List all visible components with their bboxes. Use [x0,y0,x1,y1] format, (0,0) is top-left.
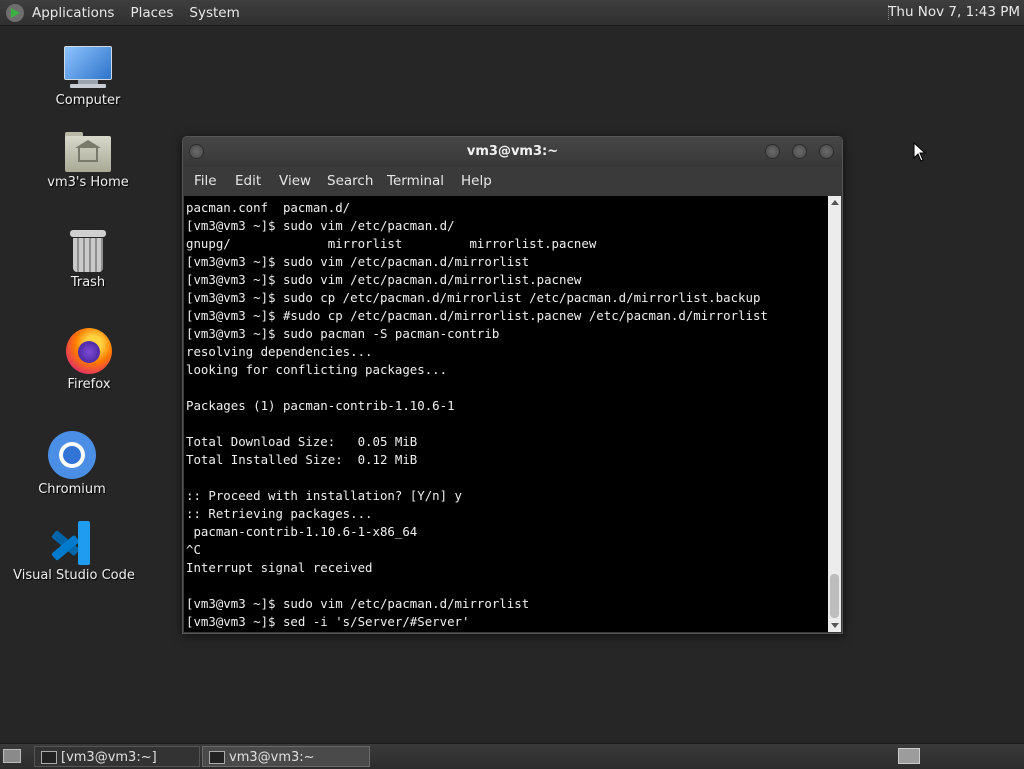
desktop-icon-label: Firefox [67,377,111,392]
terminal-line: [vm3@vm3 ~]$ sudo vim /etc/pacman.d/mirr… [186,254,530,269]
desktop-icon-label: Chromium [38,482,106,497]
terminal-line: Interrupt signal received [186,560,373,575]
menu-view[interactable]: View [279,173,311,189]
taskbar-item-label: vm3@vm3:~ [229,750,315,765]
show-desktop-button[interactable] [3,749,21,763]
desktop-icon-label: vm3's Home [47,175,129,190]
terminal-line: Total Installed Size: 0.12 MiB [186,452,418,467]
terminal-line: [vm3@vm3 ~]$ sudo vim /etc/pacman.d/ [186,218,455,233]
terminal-line: gnupg/ mirrorlist mirrorlist.pacnew [186,236,597,251]
terminal-line: [vm3@vm3 ~]$ sudo pacman -S pacman-contr… [186,326,500,341]
terminal-line: Packages (1) pacman-contrib-1.10.6-1 [186,398,455,413]
computer-icon [64,46,112,90]
taskbar-item-active[interactable]: vm3@vm3:~ [202,746,370,767]
bottom-panel: [vm3@vm3:~] vm3@vm3:~ [0,743,1024,769]
desktop-icon-label: Visual Studio Code [13,568,135,583]
terminal-line: Total Download Size: 0.05 MiB [186,434,418,449]
taskbar-item[interactable]: [vm3@vm3:~] [34,746,200,767]
terminal-line: resolving dependencies... [186,344,373,359]
terminal-line: [vm3@vm3 ~]$ sed -i 's/Server/#Server' [186,614,470,629]
workspace-switcher[interactable] [898,748,920,764]
home-folder-icon [65,132,111,172]
window-title: vm3@vm3:~ [466,144,559,159]
menu-edit[interactable]: Edit [235,173,261,189]
menu-terminal[interactable]: Terminal [387,173,444,189]
applications-menu[interactable]: Applications [32,5,114,21]
terminal-line: looking for conflicting packages... [186,362,448,377]
desktop-icon-label: Trash [70,275,106,290]
terminal-window[interactable]: vm3@vm3:~ File Edit View Search Terminal… [182,136,843,634]
terminal-icon [209,751,225,764]
minimize-button[interactable] [765,144,780,159]
menu-search[interactable]: Search [327,173,373,189]
desktop-icon-computer[interactable]: Computer [23,46,153,108]
clock[interactable]: Thu Nov 7, 1:43 PM [888,0,1020,25]
taskbar-item-label: [vm3@vm3:~] [61,750,157,765]
terminal-line: :: Retrieving packages... [186,506,373,521]
desktop-icon-label: Computer [55,93,121,108]
desktop-icon-firefox[interactable]: Firefox [24,328,154,392]
system-menu[interactable]: System [189,5,239,21]
chromium-icon [48,431,96,479]
close-button[interactable] [819,144,834,159]
terminal-icon [41,751,57,764]
firefox-icon [66,328,112,374]
terminal-line: pacman.conf pacman.d/ [186,200,351,215]
scroll-up-arrow-icon[interactable] [831,200,839,205]
top-menu: Applications Places System [6,0,256,25]
desktop-icon-vscode[interactable]: Visual Studio Code [9,521,139,583]
top-panel: Applications Places System Thu Nov 7, 1:… [0,0,1024,26]
desktop-icon-chromium[interactable]: Chromium [7,431,137,497]
maximize-button[interactable] [792,144,807,159]
terminal-scrollbar[interactable] [828,196,841,632]
menu-file[interactable]: File [194,173,217,189]
vscode-icon [51,521,96,565]
scroll-down-arrow-icon[interactable] [831,623,839,628]
distro-logo-icon[interactable] [6,3,24,22]
terminal-line: [vm3@vm3 ~]$ sudo vim /etc/pacman.d/mirr… [186,596,530,611]
menu-help[interactable]: Help [461,173,492,189]
window-titlebar[interactable]: vm3@vm3:~ [183,137,842,167]
terminal-line: pacman-contrib-1.10.6-1-x86_64 [186,524,418,539]
trash-icon [70,230,106,272]
terminal-line: :: Proceed with installation? [Y/n] y [186,488,463,503]
mouse-cursor-icon [913,142,927,162]
terminal-line: [vm3@vm3 ~]$ #sudo cp /etc/pacman.d/mirr… [186,308,768,323]
places-menu[interactable]: Places [130,5,173,21]
desktop-icon-trash[interactable]: Trash [23,230,153,290]
terminal-menubar: File Edit View Search Terminal Help [183,169,842,195]
terminal-text: pacman.conf pacman.d/ [vm3@vm3 ~]$ sudo v… [184,196,828,631]
terminal-line: [vm3@vm3 ~]$ sudo vim /etc/pacman.d/mirr… [186,272,582,287]
terminal-line: ^C [186,542,201,557]
desktop-icon-home[interactable]: vm3's Home [23,132,153,190]
scrollbar-thumb[interactable] [830,574,839,618]
terminal-line: [vm3@vm3 ~]$ sudo cp /etc/pacman.d/mirro… [186,290,761,305]
terminal-output[interactable]: pacman.conf pacman.d/ [vm3@vm3 ~]$ sudo v… [184,196,828,632]
